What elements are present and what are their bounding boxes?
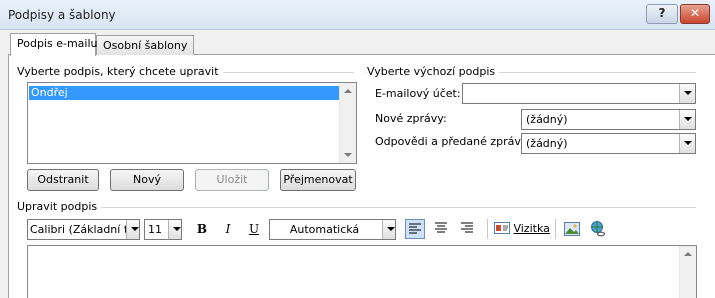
scroll-up-icon[interactable] (344, 89, 352, 93)
font-value: Calibri (Základní tex (30, 223, 140, 236)
delete-button[interactable]: Odstranit (27, 169, 99, 191)
align-right-button[interactable] (457, 219, 477, 239)
vertical-scrollbar[interactable] (679, 246, 696, 298)
insert-picture-button[interactable] (562, 219, 582, 239)
new-messages-select[interactable]: (žádný) (521, 109, 696, 130)
edit-signature-group-label: Upravit podpis (17, 200, 102, 213)
align-center-button[interactable] (431, 219, 451, 239)
select-signature-group-label: Vyberte podpis, který chcete upravit (17, 65, 223, 78)
scroll-up-icon[interactable] (684, 252, 692, 256)
align-right-icon (461, 222, 473, 233)
title-bar: Podpisy a šablony ? ✕ (0, 0, 715, 30)
new-messages-label: Nové zprávy: (375, 112, 447, 125)
underline-button[interactable]: U (244, 219, 264, 239)
insert-hyperlink-button[interactable] (588, 219, 608, 239)
business-card-label: Vizitka (513, 222, 550, 235)
font-color-select[interactable]: Automatická (269, 219, 396, 240)
align-left-icon (409, 223, 421, 234)
business-card-button[interactable]: Vizitka (494, 219, 550, 239)
close-button[interactable]: ✕ (680, 4, 710, 24)
chevron-down-icon[interactable] (168, 220, 181, 239)
picture-icon (564, 222, 580, 236)
new-messages-value: (žádný) (526, 113, 568, 126)
replies-label: Odpovědi a předané zprávy: (375, 135, 531, 148)
align-center-icon (435, 222, 447, 233)
toolbar-separator (555, 219, 556, 239)
chevron-down-icon[interactable] (679, 110, 695, 129)
chevron-down-icon[interactable] (679, 134, 695, 153)
email-account-select[interactable] (462, 83, 696, 104)
email-account-label: E-mailový účet: (375, 87, 461, 100)
default-signature-group-label: Vyberte výchozí podpis (367, 65, 500, 78)
hyperlink-icon (591, 221, 606, 237)
font-select[interactable]: Calibri (Základní tex (27, 219, 140, 240)
align-left-button[interactable] (405, 219, 425, 239)
save-button[interactable]: Uložit (195, 169, 269, 191)
new-button[interactable]: Nový (110, 169, 184, 191)
replies-select[interactable]: (žádný) (521, 133, 696, 154)
list-item[interactable]: Ondřej (29, 86, 339, 100)
window-title: Podpisy a šablony (8, 8, 116, 22)
rename-button[interactable]: Přejmenovat (280, 169, 356, 191)
replies-value: (žádný) (526, 137, 568, 150)
chevron-down-icon[interactable] (679, 84, 695, 103)
signature-editor[interactable] (27, 245, 697, 298)
font-size-value: 11 (148, 223, 162, 236)
font-size-select[interactable]: 11 (144, 219, 182, 240)
vertical-scrollbar[interactable] (339, 83, 356, 163)
font-color-value: Automatická (289, 223, 360, 236)
tab-email-signature[interactable]: Podpis e-mailu (10, 33, 98, 56)
italic-button[interactable]: I (218, 219, 238, 239)
chevron-down-icon[interactable] (126, 220, 139, 239)
help-button[interactable]: ? (646, 4, 678, 24)
group-divider (16, 207, 696, 208)
bold-button[interactable]: B (192, 219, 212, 239)
chevron-down-icon[interactable] (382, 220, 395, 239)
business-card-icon (494, 222, 510, 234)
scroll-down-icon[interactable] (344, 153, 352, 157)
toolbar-separator (487, 219, 488, 239)
tab-personal-templates[interactable]: Osobní šablony (96, 35, 194, 55)
signature-list[interactable]: Ondřej (27, 82, 357, 164)
